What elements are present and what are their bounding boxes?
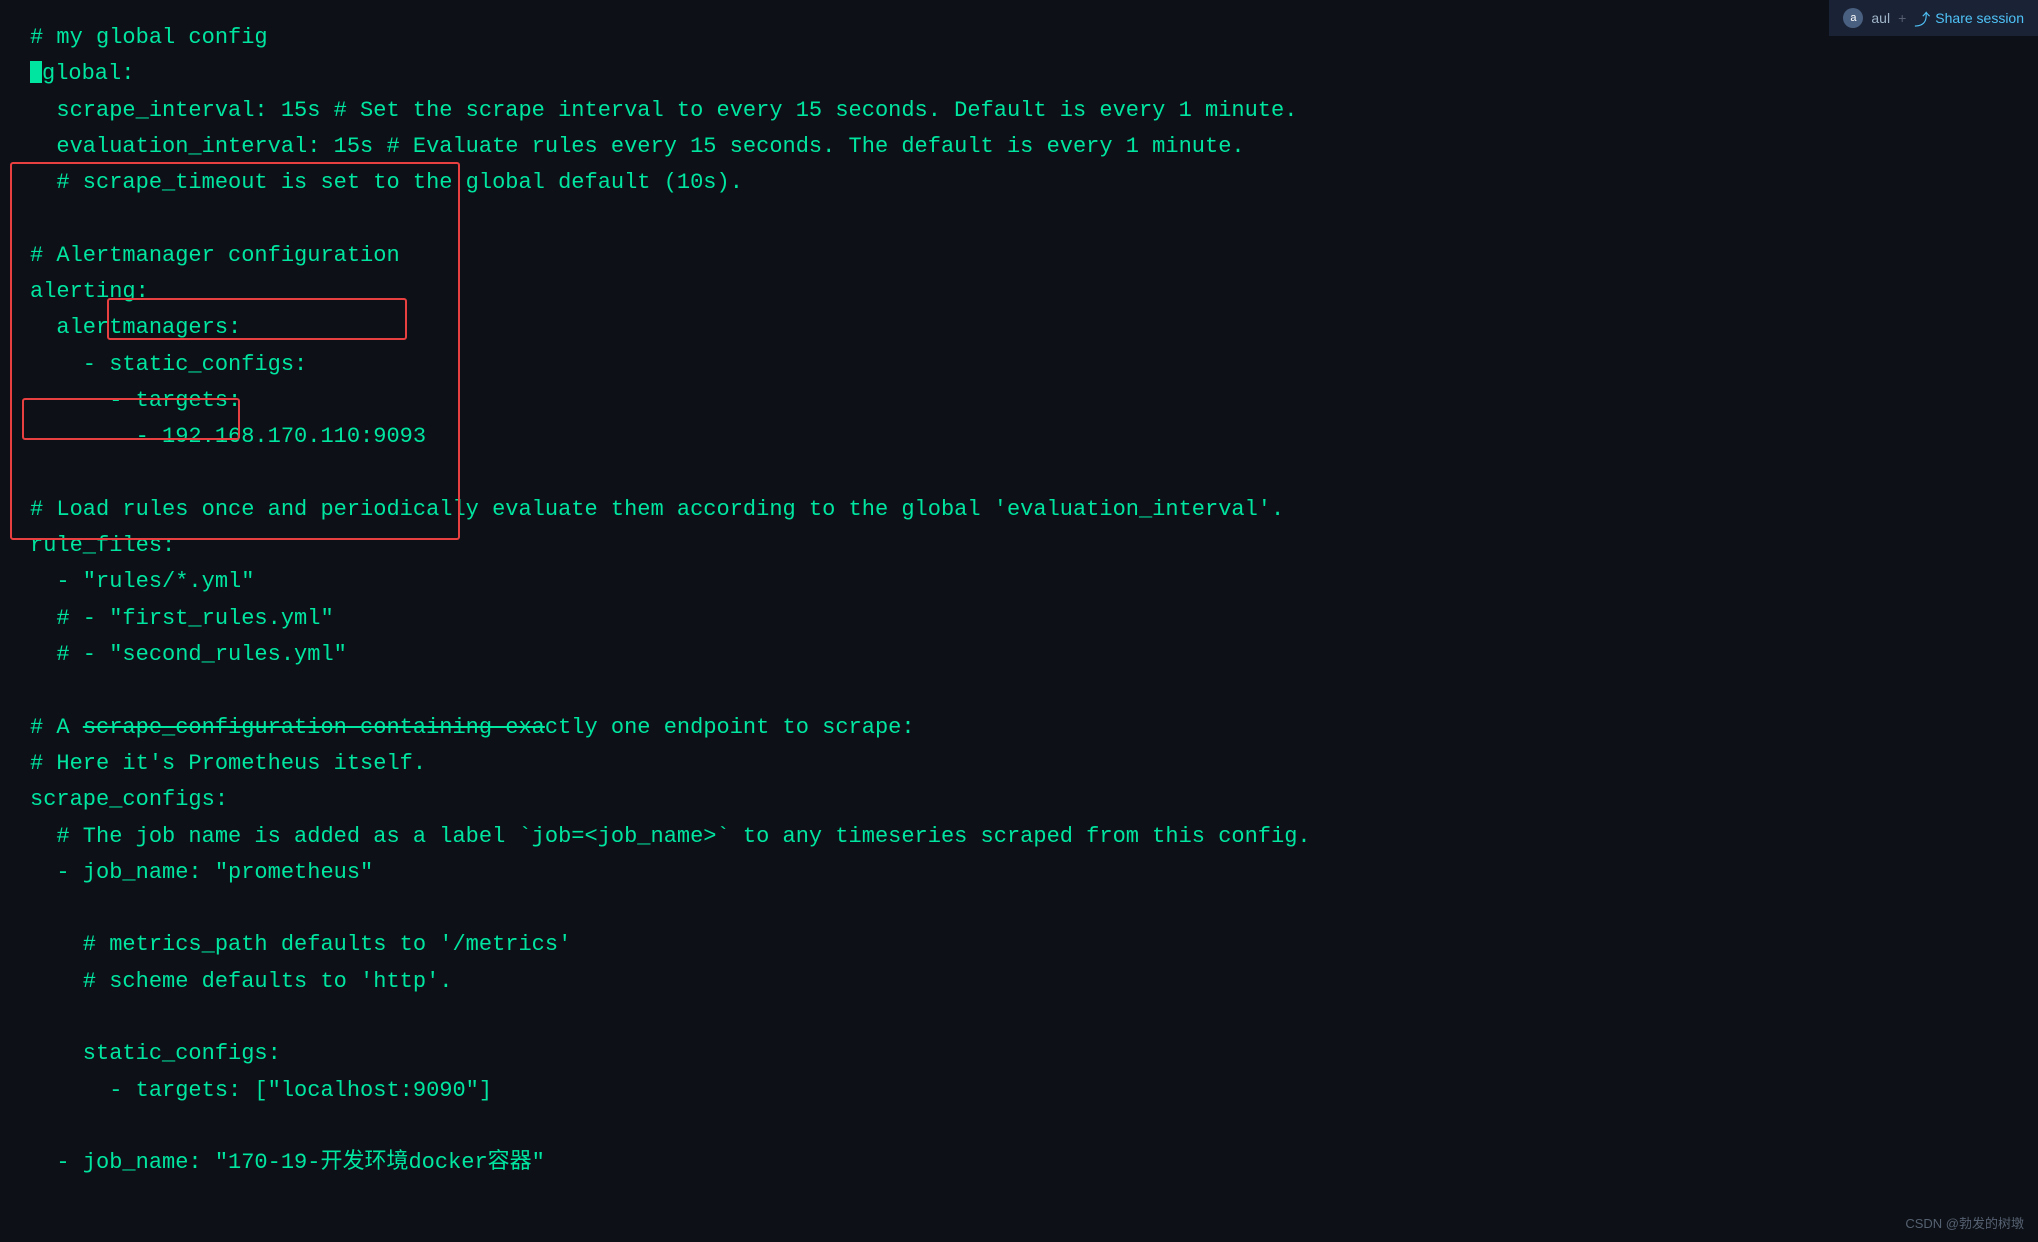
line-1: # my global config: [30, 20, 2008, 56]
line-32: - job_name: "170-19-开发环境docker容器": [30, 1145, 2008, 1181]
line-16: - "rules/*.yml": [30, 564, 2008, 600]
line-19: [30, 673, 2008, 709]
share-label: Share session: [1935, 10, 2024, 26]
line-10: - static_configs:: [30, 347, 2008, 383]
line-25: [30, 891, 2008, 927]
line-13: [30, 456, 2008, 492]
line-21: # Here it's Prometheus itself.: [30, 746, 2008, 782]
line-24: - job_name: "prometheus": [30, 855, 2008, 891]
line-20: # A scrape_configuration containing exac…: [30, 710, 2008, 746]
line-31: [30, 1109, 2008, 1145]
line-8: alerting:: [30, 274, 2008, 310]
line-27: # scheme defaults to 'http'.: [30, 964, 2008, 1000]
line-28: [30, 1000, 2008, 1036]
line-9: alertmanagers:: [30, 310, 2008, 346]
code-editor: # my global config global: scrape_interv…: [0, 0, 2038, 1202]
watermark: CSDN @勃发的树墩: [1905, 1213, 2024, 1232]
line-30: - targets: ["localhost:9090"]: [30, 1073, 2008, 1109]
line-5: # scrape_timeout is set to the global de…: [30, 165, 2008, 201]
line-22: scrape_configs:: [30, 782, 2008, 818]
line-2: global:: [30, 56, 2008, 92]
user-avatar: a: [1843, 8, 1863, 28]
strikethrough-text: scrape_configuration containing exa: [83, 715, 545, 740]
share-session-button[interactable]: ⤴ Share session: [1914, 6, 2024, 30]
separator: +: [1898, 10, 1906, 26]
line-26: # metrics_path defaults to '/metrics': [30, 927, 2008, 963]
line-7: # Alertmanager configuration: [30, 238, 2008, 274]
line-15: rule_files:: [30, 528, 2008, 564]
user-label: aul: [1871, 10, 1890, 26]
line-18: # - "second_rules.yml": [30, 637, 2008, 673]
line-29: static_configs:: [30, 1036, 2008, 1072]
share-icon: ⤴: [1914, 6, 1930, 30]
top-bar: a aul + ⤴ Share session: [1829, 0, 2038, 36]
line-23: # The job name is added as a label `job=…: [30, 819, 2008, 855]
line-17: # - "first_rules.yml": [30, 601, 2008, 637]
line-6: [30, 201, 2008, 237]
line-3: scrape_interval: 15s # Set the scrape in…: [30, 93, 2008, 129]
line-12: - 192.168.170.110:9093: [30, 419, 2008, 455]
line-14: # Load rules once and periodically evalu…: [30, 492, 2008, 528]
line-4: evaluation_interval: 15s # Evaluate rule…: [30, 129, 2008, 165]
line-11: - targets:: [30, 383, 2008, 419]
cursor: [30, 61, 42, 83]
